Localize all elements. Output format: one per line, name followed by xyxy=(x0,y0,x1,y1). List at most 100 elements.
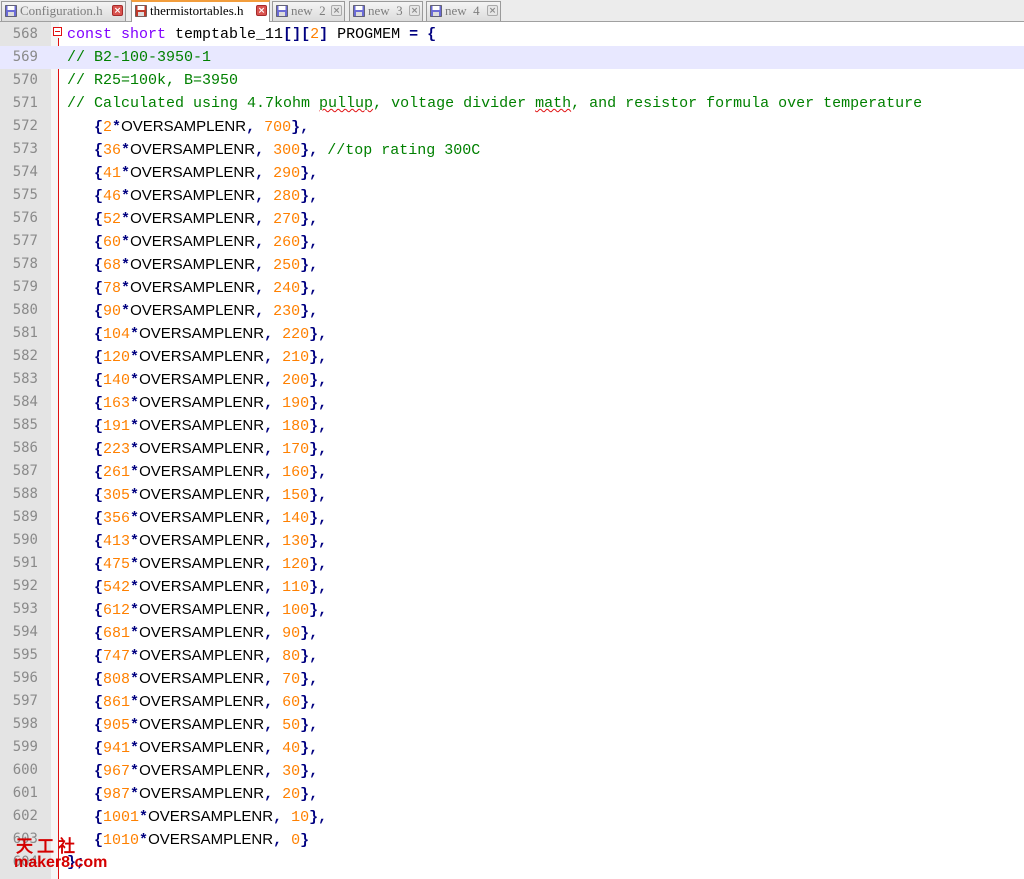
code-line[interactable]: 603 {1010*OVERSAMPLENR, 0} xyxy=(0,828,1024,851)
code-line[interactable]: 601 {987*OVERSAMPLENR, 20}, xyxy=(0,782,1024,805)
floppy-save-icon xyxy=(430,5,442,17)
tab-configuration-h[interactable]: Configuration.h × xyxy=(1,1,126,21)
close-x-icon[interactable]: × xyxy=(487,5,498,16)
brace-open: { xyxy=(94,671,104,688)
temperature-value: 90 xyxy=(282,625,301,642)
oversample-macro: OVERSAMPLENR xyxy=(130,210,256,227)
adc-value: 68 xyxy=(103,257,122,274)
close-x-icon[interactable]: × xyxy=(331,5,342,16)
code-text: {46*OVERSAMPLENR, 280}, xyxy=(67,184,318,208)
temperature-value: 280 xyxy=(273,188,301,205)
code-line[interactable]: 595 {747*OVERSAMPLENR, 80}, xyxy=(0,644,1024,667)
line-number: 589 xyxy=(12,509,38,525)
code-line[interactable]: 584 {163*OVERSAMPLENR, 190}, xyxy=(0,391,1024,414)
comma: , xyxy=(264,602,274,619)
adc-value: 1001 xyxy=(103,809,140,826)
brace-open: { xyxy=(94,786,104,803)
adc-value: 542 xyxy=(103,579,131,596)
code-line[interactable]: 596 {808*OVERSAMPLENR, 70}, xyxy=(0,667,1024,690)
code-line[interactable]: 598 {905*OVERSAMPLENR, 50}, xyxy=(0,713,1024,736)
code-line[interactable]: 589 {356*OVERSAMPLENR, 140}, xyxy=(0,506,1024,529)
code-editor[interactable]: 568 const short temptable_11[][2] PROGMEM… xyxy=(0,22,1024,879)
code-line[interactable]: 574 {41*OVERSAMPLENR, 290}, xyxy=(0,161,1024,184)
code-line[interactable]: 591 {475*OVERSAMPLENR, 120}, xyxy=(0,552,1024,575)
temperature-value: 260 xyxy=(273,234,301,251)
brace-close: }, xyxy=(309,556,328,573)
brace-close: }, xyxy=(300,740,319,757)
close-x-icon[interactable]: × xyxy=(256,5,267,16)
code-line[interactable]: 572 {2*OVERSAMPLENR, 700}, xyxy=(0,115,1024,138)
code-line[interactable]: 587 {261*OVERSAMPLENR, 160}, xyxy=(0,460,1024,483)
tab-new-2[interactable]: new 2 × xyxy=(272,1,345,21)
multiply-operator: * xyxy=(130,602,140,619)
line-number: 586 xyxy=(12,440,38,456)
code-line[interactable]: 569 // B2-100-3950-1 xyxy=(0,46,1024,69)
code-text: {356*OVERSAMPLENR, 140}, xyxy=(67,506,327,530)
comma: , xyxy=(264,533,274,550)
code-line[interactable]: 575 {46*OVERSAMPLENR, 280}, xyxy=(0,184,1024,207)
code-line[interactable]: 568 const short temptable_11[][2] PROGMEM… xyxy=(0,23,1024,46)
code-line[interactable]: 597 {861*OVERSAMPLENR, 60}, xyxy=(0,690,1024,713)
code-line[interactable]: 581 {104*OVERSAMPLENR, 220}, xyxy=(0,322,1024,345)
temperature-value: 110 xyxy=(282,579,310,596)
code-line[interactable]: 600 {967*OVERSAMPLENR, 30}, xyxy=(0,759,1024,782)
token-num: 2 xyxy=(310,26,320,43)
adc-value: 36 xyxy=(103,142,122,159)
code-line[interactable]: 576 {52*OVERSAMPLENR, 270}, xyxy=(0,207,1024,230)
brace-close: }, xyxy=(309,464,328,481)
line-number: 593 xyxy=(12,601,38,617)
oversample-macro: OVERSAMPLENR xyxy=(139,371,265,388)
code-line[interactable]: 579 {78*OVERSAMPLENR, 240}, xyxy=(0,276,1024,299)
temperature-value: 80 xyxy=(282,648,301,665)
code-line[interactable]: 590 {413*OVERSAMPLENR, 130}, xyxy=(0,529,1024,552)
comma: , xyxy=(255,142,265,159)
token-comment: , voltage divider xyxy=(373,95,536,112)
code-line[interactable]: 602 {1001*OVERSAMPLENR, 10}, xyxy=(0,805,1024,828)
comma: , xyxy=(264,510,274,527)
tab-new-4[interactable]: new 4 × xyxy=(426,1,501,21)
brace-close: }, xyxy=(300,694,319,711)
code-line[interactable]: 573 {36*OVERSAMPLENR, 300}, //top rating… xyxy=(0,138,1024,161)
code-line[interactable]: 588 {305*OVERSAMPLENR, 150}, xyxy=(0,483,1024,506)
close-x-icon[interactable]: × xyxy=(112,5,123,16)
code-line[interactable]: 578 {68*OVERSAMPLENR, 250}, xyxy=(0,253,1024,276)
code-line[interactable]: 604}; xyxy=(0,851,1024,874)
line-number: 571 xyxy=(12,95,38,111)
code-line[interactable]: 586 {223*OVERSAMPLENR, 170}, xyxy=(0,437,1024,460)
brace-close: }, xyxy=(300,786,319,803)
adc-value: 475 xyxy=(103,556,131,573)
oversample-macro: OVERSAMPLENR xyxy=(139,578,265,595)
brace-close: }, xyxy=(300,188,319,205)
code-line[interactable]: 571 // Calculated using 4.7kohm pullup, v… xyxy=(0,92,1024,115)
line-number: 598 xyxy=(12,716,38,732)
adc-value: 808 xyxy=(103,671,131,688)
code-line[interactable]: 583 {140*OVERSAMPLENR, 200}, xyxy=(0,368,1024,391)
adc-value: 987 xyxy=(103,786,131,803)
code-line[interactable]: 593 {612*OVERSAMPLENR, 100}, xyxy=(0,598,1024,621)
line-number: 602 xyxy=(12,808,38,824)
tab-thermistortables-h[interactable]: thermistortables.h × xyxy=(131,0,270,22)
code-line[interactable]: 582 {120*OVERSAMPLENR, 210}, xyxy=(0,345,1024,368)
brace-open: { xyxy=(94,510,104,527)
close-x-icon[interactable]: × xyxy=(409,5,420,16)
code-line[interactable]: 570 // R25=100k, B=3950 xyxy=(0,69,1024,92)
multiply-operator: * xyxy=(139,809,149,826)
code-line[interactable]: 577 {60*OVERSAMPLENR, 260}, xyxy=(0,230,1024,253)
code-line[interactable]: 594 {681*OVERSAMPLENR, 90}, xyxy=(0,621,1024,644)
temperature-value: 300 xyxy=(273,142,301,159)
tab-new-3[interactable]: new 3 × xyxy=(349,1,423,21)
code-line[interactable]: 585 {191*OVERSAMPLENR, 180}, xyxy=(0,414,1024,437)
code-line[interactable]: 580 {90*OVERSAMPLENR, 230}, xyxy=(0,299,1024,322)
brace-close: }, xyxy=(300,303,319,320)
code-line[interactable]: 592 {542*OVERSAMPLENR, 110}, xyxy=(0,575,1024,598)
adc-value: 261 xyxy=(103,464,131,481)
code-line[interactable]: 599 {941*OVERSAMPLENR, 40}, xyxy=(0,736,1024,759)
comma: , xyxy=(264,717,274,734)
